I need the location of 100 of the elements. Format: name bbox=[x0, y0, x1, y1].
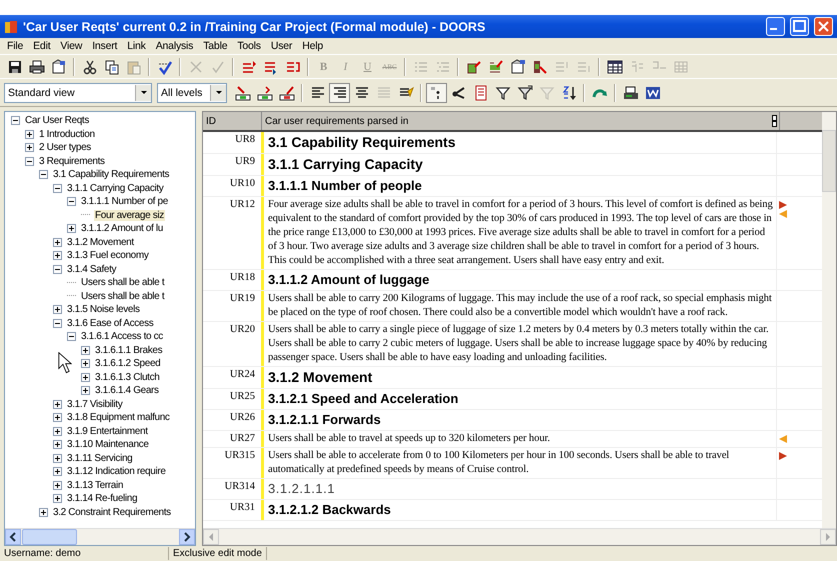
resize-icon[interactable] bbox=[772, 115, 777, 127]
tree-item[interactable]: 3.1.3 Fuel economy bbox=[66, 250, 150, 262]
tree-item[interactable]: Users shall be able t bbox=[80, 290, 166, 302]
menu-item[interactable]: Analysis bbox=[150, 40, 198, 52]
tree-item[interactable]: 3.1.6 Ease of Access bbox=[66, 318, 154, 329]
heading-cell[interactable]: 3.1.2.1.2 Backwards bbox=[261, 500, 777, 520]
tree-item[interactable]: Four average siz bbox=[94, 210, 165, 221]
tree-item[interactable]: 2 User types bbox=[38, 142, 92, 154]
menu-item[interactable]: Insert bbox=[87, 40, 122, 52]
properties-icon bbox=[50, 58, 66, 74]
expand-icon[interactable] bbox=[81, 372, 90, 382]
heading-cell[interactable]: 3.1.2.1 Speed and Acceleration bbox=[261, 389, 777, 409]
tree-item[interactable]: 3.1.2 Movement bbox=[66, 236, 135, 248]
expand-icon[interactable] bbox=[81, 346, 90, 355]
tree-item[interactable]: 1 Introduction bbox=[38, 128, 96, 140]
mouse-pointer-icon bbox=[58, 352, 72, 374]
requirement-text[interactable]: Users shall be able to accelerate from 0 to 100 Kilometers per hour in 100 seconds. Users shall be able to travel automatically at predefined speeds by means of Cruise control. bbox=[261, 448, 777, 478]
heading-cell[interactable]: 3.1.2.1.1 Forwards bbox=[261, 410, 777, 430]
tree-item[interactable]: 3.1.14 Re-fueling bbox=[66, 493, 138, 504]
expand-icon[interactable] bbox=[53, 467, 62, 476]
tree-item[interactable]: 3.1.6.1.3 Clutch bbox=[94, 372, 160, 383]
tree-item[interactable]: 3.1.7 Visibility bbox=[66, 398, 124, 410]
right-triangle-icon[interactable] bbox=[779, 452, 787, 460]
heading-cell[interactable]: 3.1.2 Movement bbox=[261, 367, 777, 388]
tree-item[interactable]: 3.1.8 Equipment malfunc bbox=[66, 412, 171, 424]
menu-item[interactable]: Link bbox=[122, 40, 151, 52]
expand-icon[interactable] bbox=[39, 508, 48, 517]
expand-icon[interactable] bbox=[53, 251, 62, 260]
tree-item[interactable]: 3.1.13 Terrain bbox=[66, 480, 124, 491]
collapse-icon[interactable] bbox=[67, 197, 76, 206]
menu-item[interactable]: File bbox=[2, 40, 28, 52]
tree-item[interactable]: 3.1.1.2 Amount of lu bbox=[80, 223, 164, 234]
column-header[interactable]: ID bbox=[203, 112, 262, 130]
expand-icon[interactable] bbox=[53, 480, 62, 490]
tree-item[interactable]: 3.1.10 Maintenance bbox=[66, 439, 150, 450]
heading-cell[interactable]: 3.1.1 Carrying Capacity bbox=[261, 154, 777, 175]
column-header[interactable]: Car user requirements parsed in bbox=[262, 112, 780, 130]
menu-item[interactable]: User bbox=[266, 40, 298, 52]
expand-icon[interactable] bbox=[67, 224, 76, 234]
expand-icon[interactable] bbox=[53, 454, 62, 463]
menu-item[interactable]: Tools bbox=[232, 40, 266, 52]
right-triangle-icon[interactable] bbox=[779, 201, 787, 209]
expand-icon[interactable] bbox=[53, 413, 62, 422]
expand-icon[interactable] bbox=[25, 130, 34, 139]
expand-icon[interactable] bbox=[53, 494, 62, 504]
tree-item[interactable]: 3.1.6.1.2 Speed bbox=[94, 358, 162, 370]
tree-item[interactable]: 3 Requirements bbox=[38, 156, 106, 167]
tree-item[interactable]: 3.1.6.1.1 Brakes bbox=[94, 344, 164, 356]
heading-cell[interactable]: 3.1 Capability Requirements bbox=[261, 132, 777, 153]
scrollbar[interactable] bbox=[5, 528, 195, 545]
expand-icon[interactable] bbox=[53, 426, 62, 436]
menu-item[interactable]: Table bbox=[198, 40, 232, 52]
expand-icon[interactable] bbox=[25, 143, 34, 152]
expand-icon[interactable] bbox=[53, 400, 62, 409]
menu-item[interactable]: Edit bbox=[28, 40, 56, 52]
requirement-text[interactable]: Four average size adults shall be able to travel in comfort for a period of 3 hours. This level of comfort is defined as being equivalent to the standard of comfort provided by the top 30% of cars produced in 1993. The top level of cars are those in the price range £13,000 to £30,000 at 1993 prices. Five average size adults shall be able to travel in comfort for a period of 3 hour. Two average size adults and 3 average size children shall be able to travel in comfort for a period of 3 hours. This could be accomplished with a three seat arrangement. Users shall have easy entry and exit. bbox=[261, 197, 777, 269]
dropdown[interactable]: All levels bbox=[157, 82, 227, 102]
collapse-icon[interactable] bbox=[25, 156, 34, 166]
tree-item[interactable]: 3.1.11 Servicing bbox=[66, 452, 134, 464]
expand-icon[interactable] bbox=[53, 440, 62, 450]
expand-icon[interactable] bbox=[81, 386, 90, 396]
tree-item[interactable]: 3.1.1 Carrying Capacity bbox=[66, 182, 164, 194]
expand-icon[interactable] bbox=[53, 238, 62, 247]
collapse-icon[interactable] bbox=[53, 184, 62, 193]
collapse-icon[interactable] bbox=[67, 332, 76, 342]
tree-item[interactable]: 3.1.4 Safety bbox=[66, 264, 118, 275]
collapse-icon[interactable] bbox=[39, 170, 48, 180]
caret-icon bbox=[214, 90, 222, 95]
tree-item[interactable]: Users shall be able t bbox=[80, 277, 166, 288]
toolbar-button[interactable] bbox=[426, 82, 447, 102]
status-text: Exclusive edit mode bbox=[169, 547, 267, 560]
collapse-icon[interactable] bbox=[53, 318, 62, 328]
tree-item[interactable]: 3.1.6.1 Access to cc bbox=[80, 331, 164, 342]
tree-item[interactable]: 3.1.9 Entertainment bbox=[66, 426, 149, 437]
id-cell-text: UR12 bbox=[228, 198, 256, 212]
scroll-thumb[interactable] bbox=[822, 130, 836, 192]
tree-item[interactable]: 3.1 Capability Requirements bbox=[52, 169, 170, 180]
tree-item[interactable]: 3.1.12 Indication require bbox=[66, 466, 167, 478]
heading-cell[interactable]: 3.1.2.1.1.1 bbox=[261, 479, 777, 499]
expand-icon[interactable] bbox=[53, 305, 62, 314]
tree-item[interactable]: 3.2 Constraint Requirements bbox=[52, 506, 172, 518]
tree-item[interactable]: Car User Reqts bbox=[24, 115, 90, 126]
scroll-thumb[interactable] bbox=[22, 529, 77, 545]
toolbar-button[interactable] bbox=[329, 82, 350, 102]
collapse-icon[interactable] bbox=[11, 116, 20, 126]
heading-cell[interactable]: 3.1.1.1 Number of people bbox=[261, 176, 777, 196]
requirement-text[interactable]: Users shall be able to carry a single piece of luggage of size 1.2 meters by 0.4 meters by 0.3 meters totally within the car. Users shall be able to carry 2 cubic meters of luggage. Users shall be able to increase luggage space by 40% by reducing passenger space. Users shall be able to have easy loading and unloading facilities. bbox=[261, 322, 777, 366]
requirement-text[interactable]: Users shall be able to travel at speeds up to 320 kilometers per hour. bbox=[261, 431, 777, 447]
tree-item[interactable]: 3.1.6.1.4 Gears bbox=[94, 385, 160, 396]
menu-item[interactable]: View bbox=[55, 40, 88, 52]
filter-icon bbox=[516, 84, 532, 100]
tree-item[interactable]: 3.1.1.1 Number of pe bbox=[80, 196, 169, 208]
dropdown[interactable]: Standard view bbox=[4, 82, 152, 102]
collapse-icon[interactable] bbox=[53, 264, 62, 274]
scrollbar[interactable] bbox=[822, 112, 836, 528]
tree-item[interactable]: 3.1.5 Noise levels bbox=[66, 304, 141, 316]
heading-cell[interactable]: 3.1.1.2 Amount of luggage bbox=[261, 270, 777, 290]
menu-item[interactable]: Help bbox=[297, 40, 328, 52]
expand-icon[interactable] bbox=[81, 359, 90, 368]
requirement-text[interactable]: Users shall be able to carry 200 Kilograms of luggage. This may include the use of a roof rack, so special emphasis might be placed on the type of roof chosen. There could also be a convertible model which wouldn't have a roof rack. bbox=[261, 291, 777, 321]
